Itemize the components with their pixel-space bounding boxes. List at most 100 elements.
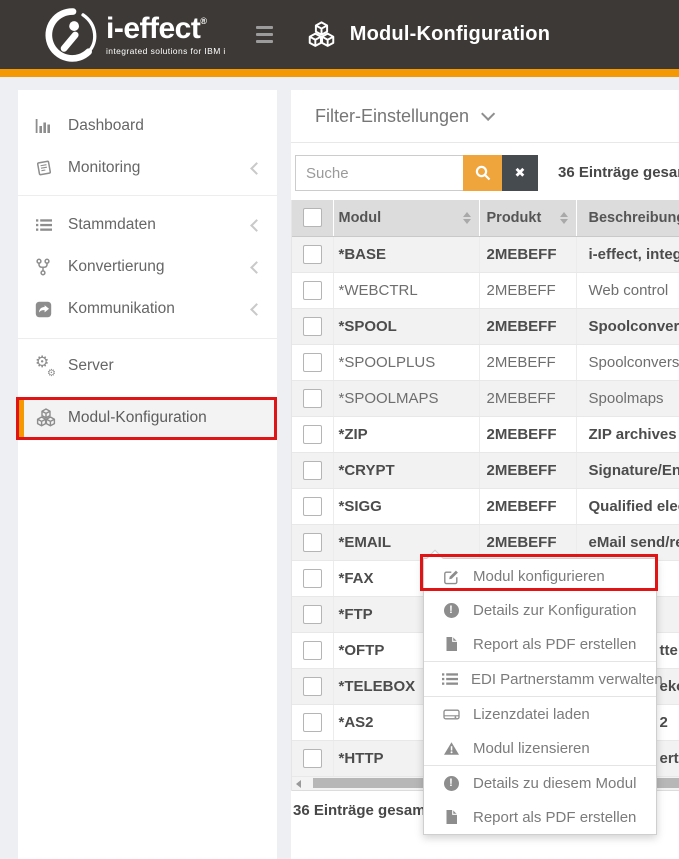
row-checkbox-cell: [292, 272, 333, 308]
row-checkbox-cell: [292, 416, 333, 452]
cubes-icon: [35, 408, 59, 428]
row-checkbox[interactable]: [303, 641, 322, 660]
column-header-label: Produkt: [487, 210, 542, 226]
accent-bar: [0, 69, 679, 77]
filter-settings-toggle[interactable]: Filter-Einstellungen: [291, 90, 679, 143]
row-checkbox[interactable]: [303, 749, 322, 768]
table-row--base[interactable]: *BASE2MEBEFFi-effect, integra: [292, 236, 679, 272]
table-row--spool[interactable]: *SPOOL2MEBEFFSpoolconversio: [292, 308, 679, 344]
menu-item-label: Details zur Konfiguration: [473, 602, 636, 619]
menu-item-label: Lizenzdatei laden: [473, 706, 590, 723]
sort-icon[interactable]: [560, 212, 568, 224]
product-cell: 2MEBEFF: [479, 308, 576, 344]
table-header-row: Modul Produkt Beschreibung: [292, 200, 679, 236]
sidebar-item-monitoring[interactable]: Monitoring: [18, 147, 277, 189]
row-checkbox[interactable]: [303, 425, 322, 444]
row-checkbox[interactable]: [303, 461, 322, 480]
chevron-left-icon: [250, 162, 263, 175]
table-row--email[interactable]: *EMAIL2MEBEFFeMail send/rec: [292, 524, 679, 560]
search-bar: ✖: [295, 155, 538, 191]
sidebar-item-server[interactable]: ⚙⚙Server: [18, 345, 277, 387]
row-checkbox[interactable]: [303, 569, 322, 588]
search-input[interactable]: [295, 155, 463, 191]
entries-total-bottom: 36 Einträge gesamt: [293, 802, 431, 819]
sidebar-item-stammdaten[interactable]: Stammdaten: [18, 204, 277, 246]
brand-tagline: integrated solutions for IBM i: [106, 46, 226, 56]
select-all-checkbox[interactable]: [303, 208, 322, 227]
description-cell: Signature/Enc: [576, 452, 679, 488]
module-cell: *CRYPT: [333, 452, 479, 488]
table-row--sigg[interactable]: *SIGG2MEBEFFQualified elect: [292, 488, 679, 524]
sidebar-item-dashboard[interactable]: Dashboard: [18, 105, 277, 147]
row-checkbox[interactable]: [303, 713, 322, 732]
row-checkbox-cell: [292, 380, 333, 416]
row-checkbox[interactable]: [303, 389, 322, 408]
menu-item-details-zur-konfiguration[interactable]: !Details zur Konfiguration: [424, 593, 656, 627]
column-header-label: Modul: [339, 210, 382, 226]
menu-item-report-als-pdf-erstellen[interactable]: Report als PDF erstellen: [424, 627, 656, 661]
table-row--spoolmaps[interactable]: *SPOOLMAPS2MEBEFFSpoolmaps: [292, 380, 679, 416]
sidebar-item-konvertierung[interactable]: Konvertierung: [18, 246, 277, 288]
row-checkbox[interactable]: [303, 677, 322, 696]
menu-item-label: Report als PDF erstellen: [473, 636, 636, 653]
row-checkbox-cell: [292, 632, 333, 668]
chevron-left-icon: [250, 219, 263, 232]
description-cell: i-effect, integra: [576, 236, 679, 272]
table-row--spoolplus[interactable]: *SPOOLPLUS2MEBEFFSpoolconversio: [292, 344, 679, 380]
row-checkbox-cell: [292, 740, 333, 776]
menu-item-details-zu-diesem-modul[interactable]: !Details zu diesem Modul: [424, 766, 656, 800]
warning-triangle-icon: [441, 741, 461, 756]
sort-icon[interactable]: [463, 212, 471, 224]
menu-item-lizenzdatei-laden[interactable]: Lizenzdatei laden: [424, 697, 656, 731]
module-cell: *ZIP: [333, 416, 479, 452]
description-cell: Spoolconversio: [576, 344, 679, 380]
row-checkbox[interactable]: [303, 605, 322, 624]
menu-item-modul-lizensieren[interactable]: Modul lizensieren: [424, 731, 656, 765]
sidebar-item-kommunikation[interactable]: Kommunikation: [18, 288, 277, 330]
menu-item-label: Modul lizensieren: [473, 740, 590, 757]
bar-chart-icon: [35, 118, 59, 134]
table-row--webctrl[interactable]: *WEBCTRL2MEBEFFWeb control: [292, 272, 679, 308]
menu-item-edi-partnerstamm-verwalten[interactable]: EDI Partnerstamm verwalten: [424, 662, 656, 696]
registered-mark: ®: [200, 16, 206, 26]
sidebar-item-label: Stammdaten: [68, 216, 156, 234]
column-header-beschreibung[interactable]: Beschreibung: [576, 200, 679, 236]
scroll-left-arrow-icon[interactable]: [296, 780, 301, 788]
row-checkbox-cell: [292, 524, 333, 560]
clear-search-button[interactable]: ✖: [502, 155, 538, 191]
row-checkbox-cell: [292, 236, 333, 272]
row-checkbox[interactable]: [303, 497, 322, 516]
row-checkbox[interactable]: [303, 317, 322, 336]
row-checkbox[interactable]: [303, 533, 322, 552]
column-header-produkt[interactable]: Produkt: [479, 200, 576, 236]
menu-item-modul-konfigurieren[interactable]: Modul konfigurieren: [424, 559, 656, 593]
column-header-label: Beschreibung: [589, 210, 679, 226]
chevron-down-icon: [481, 107, 495, 121]
description-cell: Web control: [576, 272, 679, 308]
row-checkbox-cell: [292, 488, 333, 524]
menu-item-report-als-pdf-erstellen[interactable]: Report als PDF erstellen: [424, 800, 656, 834]
filter-settings-label: Filter-Einstellungen: [315, 106, 469, 127]
column-header-modul[interactable]: Modul: [333, 200, 479, 236]
product-cell: 2MEBEFF: [479, 452, 576, 488]
table-row--zip[interactable]: *ZIP2MEBEFFZIP archives: [292, 416, 679, 452]
cubes-icon: [306, 21, 337, 49]
row-checkbox-cell: [292, 704, 333, 740]
sidebar-item-modul-konfiguration[interactable]: Modul-Konfiguration: [18, 397, 277, 438]
file-icon: [441, 809, 461, 825]
search-button[interactable]: [463, 155, 502, 191]
file-icon: [441, 636, 461, 652]
module-cell: *SPOOLMAPS: [333, 380, 479, 416]
sidebar-item-label: Konvertierung: [68, 258, 165, 276]
menu-item-label: Modul konfigurieren: [473, 568, 605, 585]
logo-swoosh-icon: [44, 6, 102, 64]
share-square-icon: [35, 301, 59, 318]
sidebar: DashboardMonitoring Stammdaten Konvertieru…: [18, 90, 277, 859]
table-row--crypt[interactable]: *CRYPT2MEBEFFSignature/Enc: [292, 452, 679, 488]
row-checkbox[interactable]: [303, 245, 322, 264]
i-effect-logo[interactable]: i-effect® integrated solutions for IBM i: [44, 6, 226, 64]
product-cell: 2MEBEFF: [479, 488, 576, 524]
row-checkbox[interactable]: [303, 281, 322, 300]
row-checkbox[interactable]: [303, 353, 322, 372]
hamburger-menu-icon[interactable]: [256, 26, 273, 43]
